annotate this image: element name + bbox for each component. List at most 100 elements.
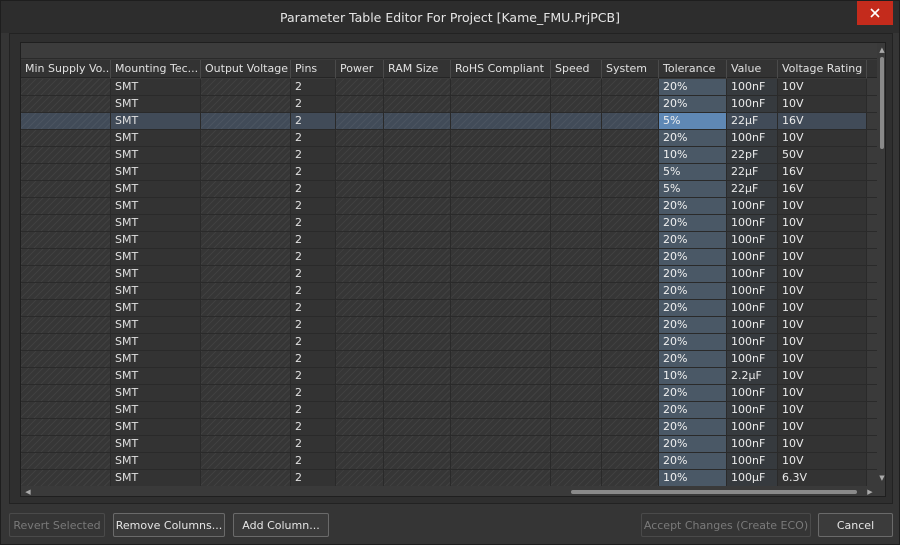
table-cell[interactable]	[384, 385, 451, 401]
table-row[interactable]: SMT 2 5% 22µF 16V	[21, 181, 877, 198]
table-cell[interactable]: 5%	[659, 181, 727, 197]
table-cell[interactable]	[451, 436, 551, 452]
table-cell[interactable]	[451, 232, 551, 248]
table-cell[interactable]	[336, 130, 384, 146]
table-cell[interactable]: 10V	[778, 96, 867, 112]
table-cell[interactable]	[551, 385, 602, 401]
table-cell[interactable]	[201, 249, 291, 265]
table-cell[interactable]	[384, 232, 451, 248]
table-cell[interactable]	[21, 130, 111, 146]
table-cell[interactable]: SMT	[111, 266, 201, 282]
table-cell[interactable]: 20%	[659, 453, 727, 469]
table-cell[interactable]	[201, 215, 291, 231]
table-cell[interactable]: 10V	[778, 300, 867, 316]
table-cell[interactable]: 2	[291, 130, 336, 146]
table-cell[interactable]	[336, 470, 384, 486]
column-header[interactable]: Value	[727, 60, 778, 78]
table-cell[interactable]	[551, 317, 602, 333]
table-cell[interactable]: 2	[291, 351, 336, 367]
table-cell[interactable]: 22µF	[727, 164, 778, 180]
table-cell[interactable]: SMT	[111, 300, 201, 316]
table-cell[interactable]	[201, 470, 291, 486]
table-cell[interactable]	[21, 198, 111, 214]
table-cell[interactable]: 10V	[778, 249, 867, 265]
table-row[interactable]: SMT 2 20% 100nF 10V	[21, 96, 877, 113]
table-cell[interactable]	[451, 181, 551, 197]
table-cell[interactable]	[384, 300, 451, 316]
table-cell[interactable]	[201, 266, 291, 282]
table-cell[interactable]: SMT	[111, 470, 201, 486]
table-cell[interactable]: 20%	[659, 266, 727, 282]
column-header[interactable]: Tolerance	[659, 60, 727, 78]
table-cell[interactable]: 20%	[659, 232, 727, 248]
table-cell[interactable]	[336, 96, 384, 112]
table-cell[interactable]	[602, 130, 659, 146]
table-cell[interactable]	[384, 453, 451, 469]
table-cell[interactable]	[21, 470, 111, 486]
vertical-scroll-thumb[interactable]	[880, 57, 884, 149]
table-cell[interactable]	[551, 113, 602, 129]
table-cell[interactable]	[602, 232, 659, 248]
table-cell[interactable]	[201, 130, 291, 146]
table-cell[interactable]	[201, 317, 291, 333]
table-cell[interactable]: 10V	[778, 317, 867, 333]
table-cell[interactable]	[602, 453, 659, 469]
table-cell[interactable]	[201, 402, 291, 418]
table-cell[interactable]: 100nF	[727, 419, 778, 435]
table-cell[interactable]	[21, 164, 111, 180]
table-cell[interactable]	[201, 351, 291, 367]
table-cell[interactable]	[384, 96, 451, 112]
table-cell[interactable]	[551, 419, 602, 435]
table-cell[interactable]: 16V	[778, 113, 867, 129]
table-cell[interactable]: 10V	[778, 334, 867, 350]
table-row[interactable]: SMT 2 20% 100nF 10V	[21, 215, 877, 232]
table-cell[interactable]	[336, 147, 384, 163]
column-header[interactable]: Power	[336, 60, 384, 78]
table-row[interactable]: SMT 2 20% 100nF 10V	[21, 334, 877, 351]
table-cell[interactable]: 2	[291, 334, 336, 350]
table-cell[interactable]: SMT	[111, 232, 201, 248]
table-cell[interactable]	[451, 96, 551, 112]
table-cell[interactable]	[384, 130, 451, 146]
column-header[interactable]: RAM Size	[384, 60, 451, 78]
table-cell[interactable]: SMT	[111, 283, 201, 299]
table-cell[interactable]: 100nF	[727, 130, 778, 146]
table-cell[interactable]: 20%	[659, 419, 727, 435]
table-row[interactable]: SMT 2 10% 100µF 6.3V	[21, 470, 877, 486]
table-cell[interactable]: 16V	[778, 164, 867, 180]
table-cell[interactable]: 2	[291, 79, 336, 95]
table-cell[interactable]	[384, 79, 451, 95]
table-cell[interactable]: 100nF	[727, 249, 778, 265]
table-cell[interactable]	[336, 419, 384, 435]
table-cell[interactable]: 20%	[659, 249, 727, 265]
table-row[interactable]: SMT 2 20% 100nF 10V	[21, 317, 877, 334]
table-cell[interactable]	[602, 419, 659, 435]
horizontal-scrollbar[interactable]: ◀ ▶	[21, 486, 877, 496]
table-cell[interactable]	[201, 419, 291, 435]
table-cell[interactable]: 20%	[659, 283, 727, 299]
column-header[interactable]: System	[602, 60, 659, 78]
table-cell[interactable]: SMT	[111, 368, 201, 384]
table-row[interactable]: SMT 2 20% 100nF 10V	[21, 130, 877, 147]
table-cell[interactable]	[451, 351, 551, 367]
table-cell[interactable]: 100nF	[727, 283, 778, 299]
table-cell[interactable]	[384, 419, 451, 435]
table-cell[interactable]: SMT	[111, 215, 201, 231]
table-cell[interactable]: 6.3V	[778, 470, 867, 486]
table-cell[interactable]	[451, 79, 551, 95]
table-cell[interactable]	[602, 436, 659, 452]
table-cell[interactable]: 10V	[778, 402, 867, 418]
table-cell[interactable]: 2	[291, 368, 336, 384]
table-row[interactable]: SMT 2 20% 100nF 10V	[21, 453, 877, 470]
table-cell[interactable]	[384, 334, 451, 350]
table-cell[interactable]: 2	[291, 198, 336, 214]
table-cell[interactable]: 2	[291, 266, 336, 282]
scroll-down-arrow-icon[interactable]: ▼	[877, 473, 885, 483]
table-cell[interactable]: 100nF	[727, 436, 778, 452]
table-row[interactable]: SMT 2 5% 22µF 16V	[21, 164, 877, 181]
table-cell[interactable]	[384, 351, 451, 367]
table-cell[interactable]	[551, 368, 602, 384]
table-cell[interactable]	[602, 147, 659, 163]
table-cell[interactable]	[451, 215, 551, 231]
table-cell[interactable]	[451, 113, 551, 129]
